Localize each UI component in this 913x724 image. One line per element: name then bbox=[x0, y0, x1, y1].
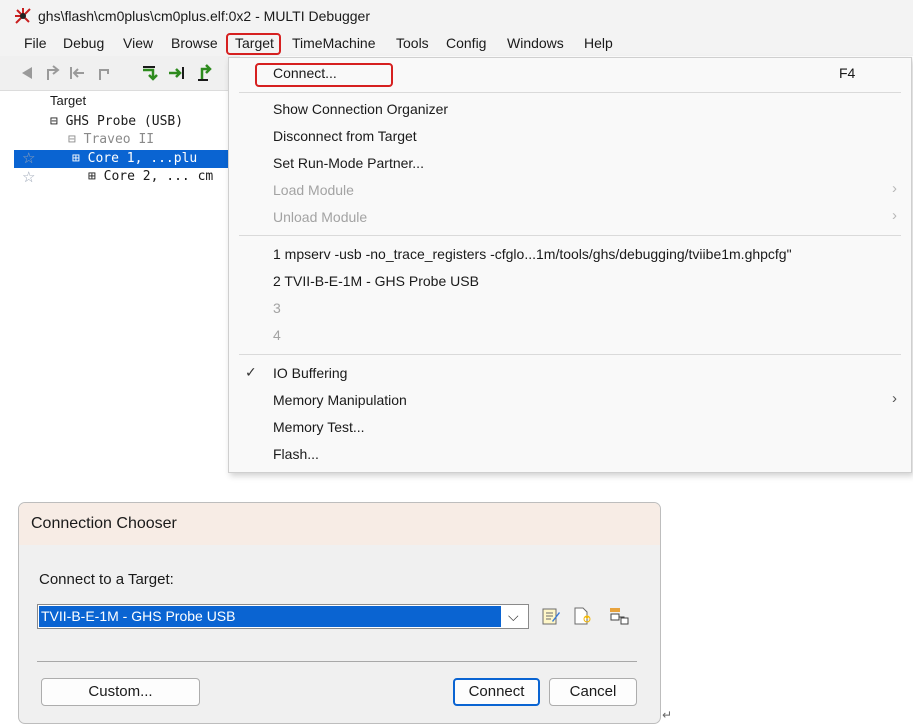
connection-organizer-icon[interactable] bbox=[609, 606, 629, 626]
star-icon[interactable]: ☆ bbox=[22, 149, 35, 167]
connect-target-label: Connect to a Target: bbox=[39, 571, 174, 588]
step-into-icon[interactable] bbox=[168, 64, 186, 82]
dialog-separator bbox=[37, 661, 637, 662]
window-title: ghs\flash\cm0plus\cm0plus.elf:0x2 - MULT… bbox=[38, 8, 370, 24]
step-back-icon[interactable] bbox=[68, 64, 86, 82]
checkmark-icon: ✓ bbox=[245, 364, 257, 380]
menu-item-show-connection-organizer[interactable]: Show Connection Organizer bbox=[273, 101, 448, 117]
menu-item-recent-4: 4 bbox=[273, 327, 281, 343]
target-select-value: TVII-B-E-1M - GHS Probe USB bbox=[39, 606, 501, 627]
menu-help[interactable]: Help bbox=[584, 35, 613, 51]
menu-separator bbox=[239, 235, 901, 236]
tree-item-core1[interactable]: ⊞ Core 1, ...plu bbox=[72, 151, 197, 166]
menu-item-recent-1[interactable]: 1 mpserv -usb -no_trace_registers -cfglo… bbox=[273, 246, 792, 262]
menu-item-run-mode-partner[interactable]: Set Run-Mode Partner... bbox=[273, 155, 424, 171]
connect-shortcut: F4 bbox=[839, 65, 856, 81]
multi-debugger-app-icon bbox=[15, 8, 31, 24]
menu-separator bbox=[239, 354, 901, 355]
submenu-arrow-icon: › bbox=[892, 180, 897, 197]
step-up-icon[interactable] bbox=[44, 64, 62, 82]
tree-item-ghs-probe[interactable]: ⊟ GHS Probe (USB) bbox=[50, 114, 183, 129]
tree-item-traveo[interactable]: ⊟ Traveo II bbox=[68, 132, 154, 147]
menu-item-unload-module: Unload Module bbox=[273, 209, 368, 225]
cancel-button[interactable]: Cancel bbox=[549, 678, 637, 706]
target-menu-highlight bbox=[226, 33, 281, 55]
new-connection-icon[interactable] bbox=[572, 606, 592, 626]
custom-button[interactable]: Custom... bbox=[41, 678, 200, 706]
menu-browse[interactable]: Browse bbox=[171, 35, 218, 51]
menu-item-load-module: Load Module bbox=[273, 182, 354, 198]
step-out-icon[interactable] bbox=[196, 64, 214, 82]
menu-config[interactable]: Config bbox=[446, 35, 486, 51]
dialog-title: Connection Chooser bbox=[31, 515, 177, 532]
menu-item-recent-3: 3 bbox=[273, 300, 281, 316]
menu-file[interactable]: File bbox=[24, 35, 47, 51]
paragraph-return-mark: ↵ bbox=[662, 708, 673, 722]
menu-view[interactable]: View bbox=[123, 35, 153, 51]
tree-header: Target bbox=[50, 93, 87, 108]
submenu-arrow-icon: › bbox=[892, 390, 897, 407]
target-select[interactable]: TVII-B-E-1M - GHS Probe USB ⌵ bbox=[37, 604, 529, 629]
menu-item-disconnect[interactable]: Disconnect from Target bbox=[273, 128, 417, 144]
menu-separator bbox=[239, 92, 901, 93]
menu-item-flash[interactable]: Flash... bbox=[273, 446, 319, 462]
return-icon[interactable] bbox=[94, 64, 112, 82]
target-dropdown-menu: Connect... F4 Show Connection Organizer … bbox=[228, 57, 912, 473]
menu-tools[interactable]: Tools bbox=[396, 35, 429, 51]
menu-item-memory-test[interactable]: Memory Test... bbox=[273, 419, 365, 435]
back-arrow-icon[interactable] bbox=[18, 64, 36, 82]
connection-chooser-dialog: Connection Chooser Connect to a Target: … bbox=[18, 502, 661, 724]
star-icon[interactable]: ☆ bbox=[22, 168, 35, 186]
submenu-arrow-icon: › bbox=[892, 207, 897, 224]
step-over-icon[interactable] bbox=[140, 64, 158, 82]
menu-windows[interactable]: Windows bbox=[507, 35, 564, 51]
menu-bar: File Debug View Browse Target TimeMachin… bbox=[0, 32, 913, 56]
menu-item-io-buffering[interactable]: IO Buffering bbox=[273, 365, 347, 381]
connect-button[interactable]: Connect bbox=[453, 678, 540, 706]
menu-item-connect[interactable]: Connect... bbox=[273, 65, 337, 81]
tree-item-core2[interactable]: ⊞ Core 2, ... cm bbox=[88, 169, 213, 184]
menu-item-memory-manipulation[interactable]: Memory Manipulation bbox=[273, 392, 407, 408]
chevron-down-icon[interactable]: ⌵ bbox=[508, 608, 519, 625]
edit-connection-icon[interactable] bbox=[541, 606, 561, 626]
debug-toolbar bbox=[0, 56, 240, 91]
menu-debug[interactable]: Debug bbox=[63, 35, 104, 51]
menu-item-recent-2[interactable]: 2 TVII-B-E-1M - GHS Probe USB bbox=[273, 273, 479, 289]
menu-timemachine[interactable]: TimeMachine bbox=[292, 35, 376, 51]
